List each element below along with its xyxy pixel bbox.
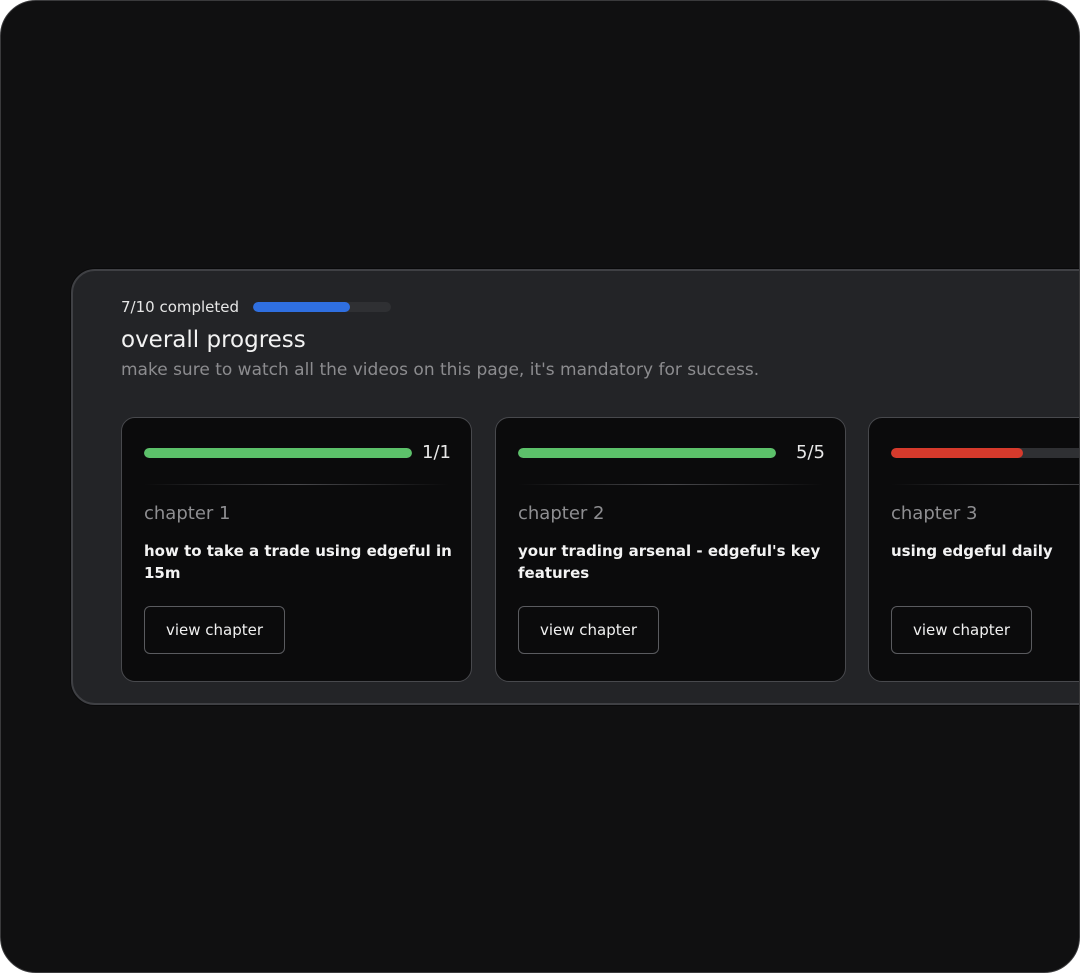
chapter-card-1: 1/1 chapter 1 how to take a trade using … [121,417,472,682]
chapter-progress-bar [891,448,1079,458]
panel-title: overall progress [121,327,306,353]
chapter-progress-fill [518,448,776,458]
chapter-title: how to take a trade using edgeful in 15m [144,542,452,582]
chapter-progress-bar [144,448,412,458]
chapter-video-count: 5/5 [796,442,825,463]
chapter-title: your trading arsenal - edgeful's key fea… [518,542,821,582]
completed-count: 7/10 completed [121,298,240,316]
chapter-label: chapter 1 [144,503,231,524]
chapter-progress-fill [891,448,1023,458]
chapter-video-count: 1/1 [422,442,451,463]
view-chapter-button[interactable]: view chapter [891,606,1032,654]
chapter-card-2: 5/5 chapter 2 your trading arsenal - edg… [495,417,846,682]
app-window: 7/10 completed overall progress make sur… [0,0,1080,973]
view-chapter-button[interactable]: view chapter [518,606,659,654]
card-divider [891,484,1079,485]
card-divider [518,484,823,485]
overall-progress-panel: 7/10 completed overall progress make sur… [71,269,1079,705]
chapter-progress-fill [144,448,412,458]
card-divider [144,484,449,485]
chapter-label: chapter 3 [891,503,978,524]
chapter-label: chapter 2 [518,503,605,524]
overall-progress-bar [253,302,392,312]
chapter-card-3: chapter 3 using edgeful daily view chapt… [868,417,1079,682]
overall-progress-fill [253,302,350,312]
panel-subtitle: make sure to watch all the videos on thi… [121,360,760,380]
overall-progress-row: 7/10 completed [121,297,392,317]
chapter-title: using edgeful daily [891,542,1053,560]
view-chapter-button[interactable]: view chapter [144,606,285,654]
chapter-progress-bar [518,448,776,458]
